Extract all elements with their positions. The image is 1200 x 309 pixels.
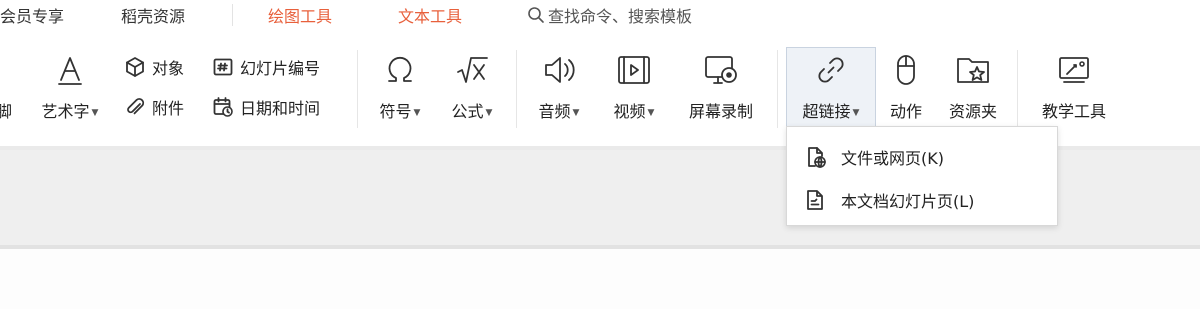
slide-number-label: 幻灯片编号 <box>240 59 321 78</box>
tab-draw-tools[interactable]: 绘图工具 <box>268 3 332 27</box>
hyperlink-dropdown-menu: 文件或网页(K) 本文档幻灯片页(L) <box>786 126 1058 226</box>
slide-number-button[interactable]: 幻灯片编号 <box>212 54 320 80</box>
chevron-down-icon: ▼ <box>647 107 655 118</box>
attachment-label: 附件 <box>152 99 185 118</box>
audio-button[interactable]: 音频 ▼ <box>526 50 592 148</box>
chevron-down-icon: ▼ <box>413 107 421 118</box>
art-text-button[interactable]: 艺术字 ▼ <box>34 50 106 148</box>
ribbon-divider <box>357 50 358 128</box>
sqrt-icon <box>457 57 488 83</box>
omega-icon <box>388 56 412 82</box>
partial-footer-button[interactable]: 脚 <box>0 97 12 123</box>
search-icon <box>528 7 544 23</box>
partial-footer-label: 脚 <box>0 102 13 121</box>
screen-record-label: 屏幕录制 <box>688 102 753 121</box>
app-window: 会员专享 稻壳资源 绘图工具 文本工具 查找命令、搜索模板 脚 艺术字 ▼ 对象… <box>0 0 1200 309</box>
slide-number-icon <box>213 58 233 76</box>
paperclip-icon <box>127 98 145 115</box>
chevron-down-icon: ▼ <box>91 107 99 118</box>
video-button[interactable]: 视频 ▼ <box>600 50 668 148</box>
menu-item-label: 文件或网页(K) <box>841 149 944 168</box>
tab-text-tools[interactable]: 文本工具 <box>398 3 462 27</box>
tab-divider <box>232 4 233 26</box>
chevron-down-icon: ▼ <box>572 107 580 118</box>
screen-record-button[interactable]: 屏幕录制 <box>676 50 766 148</box>
attachment-button[interactable]: 附件 <box>124 94 184 120</box>
video-icon <box>618 56 650 84</box>
object-button[interactable]: 对象 <box>124 54 184 80</box>
ribbon-divider <box>777 50 778 128</box>
formula-button[interactable]: 公式 ▼ <box>440 50 504 148</box>
resource-folder-label: 资源夹 <box>948 102 997 121</box>
calendar-clock-icon <box>213 97 233 117</box>
speaker-icon <box>545 57 575 83</box>
search-input[interactable]: 查找命令、搜索模板 <box>548 3 692 27</box>
link-icon <box>818 57 844 83</box>
menu-item-document-slide[interactable]: 本文档幻灯片页(L) <box>787 182 1057 218</box>
menu-item-label: 本文档幻灯片页(L) <box>841 192 975 211</box>
ribbon-divider <box>516 50 517 128</box>
file-web-icon <box>808 147 826 168</box>
teaching-tools-label: 教学工具 <box>1041 102 1106 121</box>
object-label: 对象 <box>152 59 185 78</box>
video-label: 视频 <box>613 102 646 121</box>
screen-record-icon <box>705 56 737 84</box>
chevron-down-icon: ▼ <box>852 107 860 118</box>
menu-item-file-or-webpage[interactable]: 文件或网页(K) <box>787 139 1057 175</box>
slide-page-icon <box>807 190 823 210</box>
symbol-button[interactable]: 符号 ▼ <box>368 50 432 148</box>
audio-label: 音频 <box>538 102 571 121</box>
date-time-label: 日期和时间 <box>240 99 321 118</box>
art-text-icon <box>58 57 82 85</box>
tab-member[interactable]: 会员专享 <box>0 3 64 27</box>
mouse-icon <box>897 55 915 85</box>
menu-tab-row: 会员专享 稻壳资源 绘图工具 文本工具 查找命令、搜索模板 <box>0 0 1200 30</box>
art-text-label: 艺术字 <box>41 102 90 121</box>
symbol-label: 符号 <box>379 102 412 121</box>
cube-icon <box>126 57 144 77</box>
slide-canvas <box>0 249 1200 309</box>
action-label: 动作 <box>889 102 922 121</box>
formula-label: 公式 <box>451 102 484 121</box>
hyperlink-label: 超链接 <box>802 102 851 121</box>
chevron-down-icon: ▼ <box>485 107 493 118</box>
tab-shell-resources[interactable]: 稻壳资源 <box>121 3 185 27</box>
teaching-board-icon <box>1059 57 1089 83</box>
ribbon-divider <box>1017 50 1018 128</box>
command-search[interactable]: 查找命令、搜索模板 <box>527 3 692 27</box>
date-time-button[interactable]: 日期和时间 <box>212 94 320 120</box>
folder-star-icon <box>957 58 989 83</box>
